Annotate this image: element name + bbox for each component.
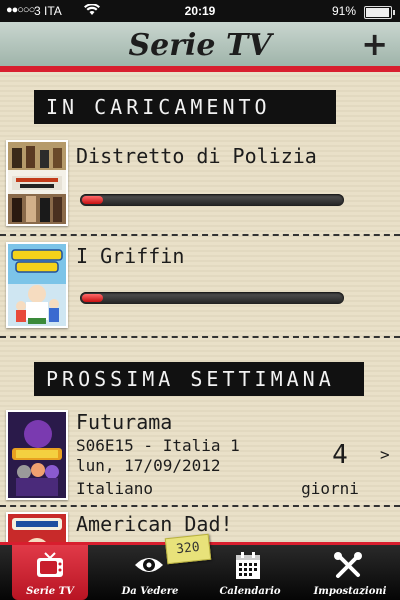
episode-info: S06E15 - Italia 1 (76, 436, 240, 455)
tab-label: Impostazioni (313, 586, 387, 597)
divider (0, 505, 400, 507)
tools-icon (334, 552, 362, 578)
divider (0, 234, 400, 236)
navigation-bar: Serie TV + (0, 22, 400, 72)
list-item[interactable]: Distretto di Polizia (0, 140, 400, 240)
page-title: Serie TV (128, 28, 272, 63)
tab-label: Da Vedere (121, 586, 179, 597)
download-progress-bar (80, 292, 344, 304)
show-title: I Griffin (76, 244, 185, 268)
tab-label: Serie TV (26, 586, 74, 597)
show-title: Futurama (76, 410, 173, 434)
section-header-next-week: PROSSIMA SETTIMANA (34, 362, 364, 396)
calendar-icon (236, 552, 260, 579)
tab-impostazioni[interactable]: Impostazioni (300, 545, 400, 600)
section-header-loading: IN CARICAMENTO (34, 90, 336, 124)
status-bar: ●●○○○ 3 ITA 20:19 91% (0, 0, 400, 22)
progress-fill (82, 294, 103, 302)
eye-icon (135, 558, 163, 572)
battery-percent: 91% (331, 4, 356, 18)
divider (0, 336, 400, 338)
add-show-button[interactable]: + (361, 28, 388, 60)
unwatched-count-badge: 320 (164, 533, 212, 565)
show-poster (6, 410, 68, 500)
show-title: American Dad! (76, 512, 233, 536)
show-title: Distretto di Polizia (76, 144, 317, 168)
show-poster (6, 242, 68, 328)
tv-icon (37, 552, 63, 577)
chevron-right-icon[interactable]: > (380, 445, 390, 464)
tab-serie-tv[interactable]: Serie TV (12, 545, 88, 600)
show-list[interactable]: IN CARICAMENTO Distretto di Polizia I Gr… (0, 72, 400, 542)
air-date: lun, 17/09/2012 (76, 456, 221, 475)
list-item[interactable]: Futurama S06E15 - Italia 1 lun, 17/09/20… (0, 410, 400, 510)
language: Italiano (76, 479, 154, 498)
battery-icon (364, 6, 395, 19)
days-remaining: 4 (332, 440, 348, 470)
days-label: giorni (301, 479, 359, 498)
show-poster (6, 140, 68, 226)
show-poster (6, 512, 68, 542)
list-item[interactable]: I Griffin (0, 242, 400, 342)
download-progress-bar (80, 194, 344, 206)
tab-label: Calendario (219, 586, 281, 597)
progress-fill (82, 196, 103, 204)
tab-calendario[interactable]: Calendario (200, 545, 300, 600)
